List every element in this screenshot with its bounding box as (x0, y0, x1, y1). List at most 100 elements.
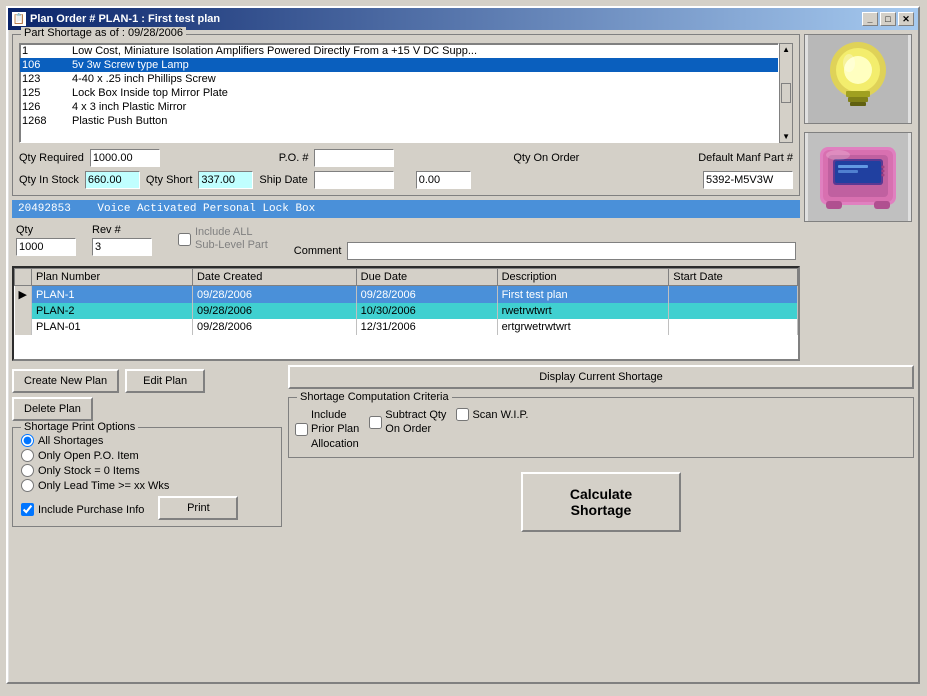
row-arrow (15, 303, 32, 319)
calculate-shortage-button[interactable]: CalculateShortage (521, 472, 681, 532)
qty-on-order-input[interactable] (416, 171, 471, 189)
description-cell[interactable]: ertgrwetrwtwrt (497, 319, 669, 335)
create-new-plan-button[interactable]: Create New Plan (12, 369, 119, 393)
radio-lead-time[interactable] (21, 479, 34, 492)
radio-open-po[interactable] (21, 449, 34, 462)
include-prior-line2: Prior Plan (311, 422, 359, 436)
comment-input[interactable] (347, 242, 796, 260)
ship-date-input[interactable] (314, 171, 394, 189)
col-due-date: Due Date (356, 269, 497, 286)
radio-lead-time-label: Only Lead Time >= xx Wks (38, 480, 169, 492)
po-label: P.O. # (279, 152, 309, 164)
radio-all-shortages-label: All Shortages (38, 435, 103, 447)
qty-required-input[interactable] (90, 149, 160, 167)
window-icon: 📋 (12, 12, 26, 26)
default-manf-label: Default Manf Part # (698, 152, 793, 164)
close-button[interactable]: ✕ (898, 12, 914, 26)
qty-short-label: Qty Short (146, 174, 192, 186)
plan-number-cell[interactable]: PLAN-1 (31, 286, 192, 304)
date-created-cell[interactable]: 09/28/2006 (192, 303, 356, 319)
subtract-qty-checkbox[interactable] (369, 416, 382, 429)
sub-level-label: Sub-Level Part (195, 239, 268, 252)
part-shortage-label: Part Shortage as of : 09/28/2006 (21, 27, 186, 39)
include-prior-line1: Include (311, 408, 359, 422)
col-description: Description (497, 269, 669, 286)
main-window: 📋 Plan Order # PLAN-1 : First test plan … (6, 6, 920, 684)
shortage-criteria-label: Shortage Computation Criteria (297, 391, 452, 403)
table-row[interactable]: PLAN-2 09/28/2006 10/30/2006 rwetrwtwrt (15, 303, 798, 319)
include-all-label: Include ALL (195, 226, 268, 239)
include-all-container: Include ALL Sub-Level Part (178, 226, 268, 252)
include-prior-line3: Allocation (311, 437, 359, 451)
subtract-qty-line1: Subtract Qty (385, 408, 446, 422)
start-date-cell[interactable] (669, 286, 798, 304)
due-date-cell[interactable]: 12/31/2006 (356, 319, 497, 335)
scrollbar-down-arrow[interactable]: ▼ (782, 132, 790, 141)
radio-open-po-label: Only Open P.O. Item (38, 450, 139, 462)
rev-label: Rev # (92, 224, 121, 236)
description-cell[interactable]: rwetrwtwrt (497, 303, 669, 319)
description-cell[interactable]: First test plan (497, 286, 669, 304)
default-manf-input[interactable] (703, 171, 793, 189)
scan-wip-label: Scan W.I.P. (472, 409, 528, 421)
print-options-group: Shortage Print Options All Shortages Onl… (12, 427, 282, 527)
scan-wip-checkbox[interactable] (456, 408, 469, 421)
include-purchase-checkbox[interactable] (21, 503, 34, 516)
list-item[interactable]: 1 Low Cost, Miniature Isolation Amplifie… (20, 44, 778, 58)
radio-stock-zero[interactable] (21, 464, 34, 477)
include-prior-checkbox[interactable] (295, 423, 308, 436)
parts-list[interactable]: 1 Low Cost, Miniature Isolation Amplifie… (19, 43, 779, 143)
radio-stock-zero-label: Only Stock = 0 Items (38, 465, 140, 477)
due-date-cell[interactable]: 10/30/2006 (356, 303, 497, 319)
shortage-criteria-group: Shortage Computation Criteria Include Pr… (288, 397, 914, 458)
subtract-qty-line2: On Order (385, 422, 446, 436)
rev-input[interactable] (92, 238, 152, 256)
date-created-cell[interactable]: 09/28/2006 (192, 319, 356, 335)
due-date-cell[interactable]: 09/28/2006 (356, 286, 497, 304)
list-item[interactable]: 126 4 x 3 inch Plastic Mirror (20, 100, 778, 114)
qty-in-stock-label: Qty In Stock (19, 174, 79, 186)
scrollbar-up-arrow[interactable]: ▲ (782, 45, 790, 54)
part-shortage-group: Part Shortage as of : 09/28/2006 1 Low C… (12, 34, 800, 196)
po-input[interactable] (314, 149, 394, 167)
edit-plan-button[interactable]: Edit Plan (125, 369, 205, 393)
part-image-lockbox (804, 132, 912, 222)
display-current-shortage-button[interactable]: Display Current Shortage (288, 365, 914, 389)
detail-part-number: 20492853 (18, 203, 71, 215)
col-arrow (15, 269, 32, 286)
include-purchase-label: Include Purchase Info (38, 504, 144, 516)
table-row[interactable]: ▶ PLAN-1 09/28/2006 09/28/2006 First tes… (15, 286, 798, 304)
table-row[interactable]: PLAN-01 09/28/2006 12/31/2006 ertgrwetrw… (15, 319, 798, 335)
date-created-cell[interactable]: 09/28/2006 (192, 286, 356, 304)
qty-order-input[interactable] (16, 238, 76, 256)
col-plan-number: Plan Number (31, 269, 192, 286)
comment-label: Comment (294, 245, 342, 257)
start-date-cell[interactable] (669, 303, 798, 319)
plan-number-cell[interactable]: PLAN-01 (31, 319, 192, 335)
radio-all-shortages[interactable] (21, 434, 34, 447)
plan-table[interactable]: Plan Number Date Created Due Date Descri… (12, 266, 800, 361)
col-start-date: Start Date (669, 269, 798, 286)
plan-number-cell[interactable]: PLAN-2 (31, 303, 192, 319)
scrollbar-thumb[interactable] (781, 83, 791, 103)
detail-description: Voice Activated Personal Lock Box (97, 203, 315, 215)
calculate-shortage-label: CalculateShortage (570, 486, 632, 518)
include-all-checkbox[interactable] (178, 233, 191, 246)
list-item[interactable]: 106 5v 3w Screw type Lamp (20, 58, 778, 72)
list-item[interactable]: 1268 Plastic Push Button (20, 114, 778, 128)
qty-required-label: Qty Required (19, 152, 84, 164)
row-arrow: ▶ (15, 286, 32, 304)
row-arrow (15, 319, 32, 335)
qty-order-label: Qty (16, 224, 33, 236)
maximize-button[interactable]: □ (880, 12, 896, 26)
start-date-cell[interactable] (669, 319, 798, 335)
minimize-button[interactable]: _ (862, 12, 878, 26)
qty-short-input[interactable] (198, 171, 253, 189)
part-image-bulb (804, 34, 912, 124)
qty-in-stock-input[interactable] (85, 171, 140, 189)
delete-plan-button[interactable]: Delete Plan (12, 397, 93, 421)
list-item[interactable]: 125 Lock Box Inside top Mirror Plate (20, 86, 778, 100)
print-button[interactable]: Print (158, 496, 238, 520)
col-date-created: Date Created (192, 269, 356, 286)
list-item[interactable]: 123 4-40 x .25 inch Phillips Screw (20, 72, 778, 86)
